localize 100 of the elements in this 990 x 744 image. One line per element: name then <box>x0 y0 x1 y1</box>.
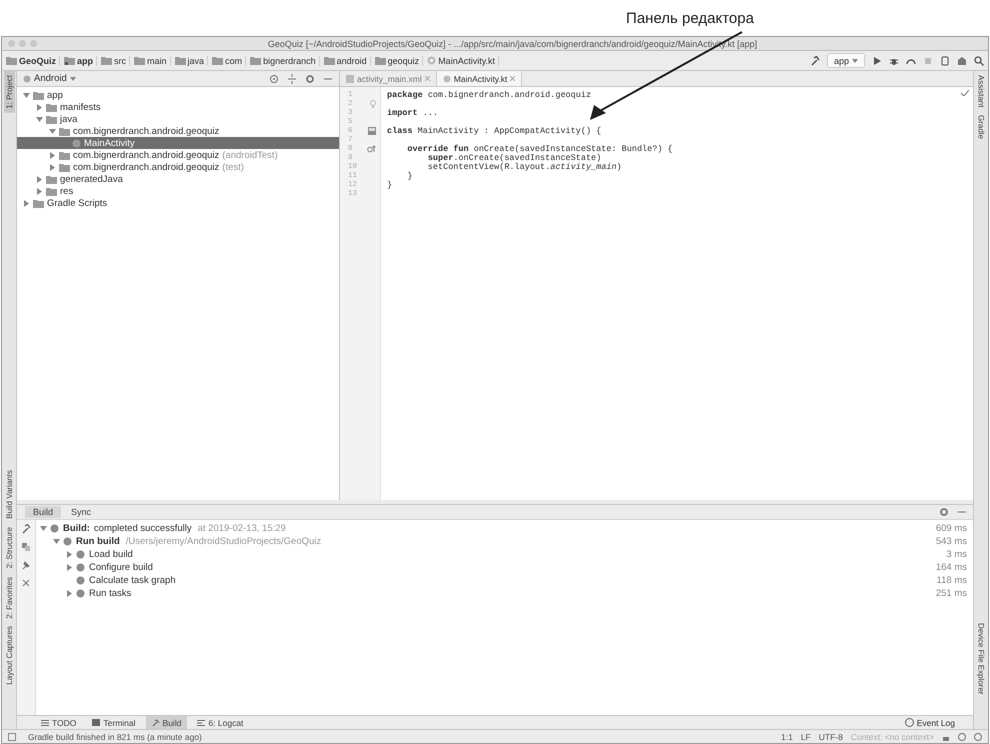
status-message: Gradle build finished in 821 ms (a minute ago) <box>28 732 202 742</box>
device-icon[interactable] <box>940 56 950 66</box>
collapsed-arrow-icon[interactable] <box>66 590 73 597</box>
collapse-icon[interactable] <box>287 74 297 84</box>
project-view-dropdown[interactable]: Android <box>23 73 76 84</box>
tool-window-tab[interactable]: Assistant <box>976 71 986 112</box>
expanded-arrow-icon[interactable] <box>53 538 60 545</box>
collapsed-arrow-icon[interactable] <box>36 188 43 194</box>
breadcrumb[interactable]: app <box>64 56 98 66</box>
hammer-icon[interactable] <box>21 524 31 534</box>
status-dot-icon <box>63 537 72 546</box>
tool-window-tab[interactable]: 1: Project <box>4 71 14 113</box>
folder-icon <box>374 56 386 65</box>
settings-icon[interactable] <box>939 507 949 517</box>
terminal-icon <box>92 719 100 726</box>
breadcrumb[interactable]: com <box>212 56 246 66</box>
tree-item[interactable]: java <box>17 113 339 125</box>
status-dot-icon <box>76 576 85 585</box>
tool-window-tab[interactable]: 2: Structure <box>4 523 14 572</box>
caret-icon <box>70 76 76 80</box>
tree-item[interactable]: res <box>17 185 339 197</box>
play-icon[interactable] <box>872 56 882 66</box>
panel-tab[interactable]: Build <box>25 506 62 518</box>
collapsed-arrow-icon[interactable] <box>66 564 73 571</box>
collapsed-arrow-icon[interactable] <box>23 200 30 206</box>
code-line: package com.bignerdranch.android.geoquiz <box>387 90 592 100</box>
expanded-arrow-icon[interactable] <box>40 525 47 532</box>
folder-icon <box>101 56 112 65</box>
close-icon[interactable] <box>510 76 516 81</box>
tree-item[interactable]: MainActivity <box>17 137 339 149</box>
breadcrumb[interactable]: MainActivity.kt <box>427 56 500 66</box>
list-icon <box>41 720 49 726</box>
settings-icon[interactable] <box>305 74 315 84</box>
breadcrumb[interactable]: src <box>101 56 130 66</box>
build-tree-item[interactable]: Build: completed successfully at 2019-02-13, 15:29 609 ms <box>36 522 973 535</box>
close-icon[interactable] <box>424 76 430 81</box>
caret-position[interactable]: 1:1 <box>780 732 793 742</box>
breadcrumb[interactable]: bignerdranch <box>250 56 320 66</box>
breadcrumb[interactable]: java <box>174 56 208 66</box>
expanded-arrow-icon[interactable] <box>49 128 56 134</box>
search-icon[interactable] <box>974 56 984 66</box>
tool-window-tab[interactable]: TODO <box>35 716 82 729</box>
tool-window-tab[interactable]: Layout Captures <box>4 622 14 689</box>
folder-icon <box>46 102 57 112</box>
editor-tab[interactable]: MainActivity.kt <box>436 71 522 86</box>
build-tree-item[interactable]: Configure build 164 ms <box>36 561 973 574</box>
tool-window-tab[interactable]: Terminal <box>86 716 142 729</box>
folder-icon <box>174 56 186 65</box>
collapsed-arrow-icon[interactable] <box>49 152 56 158</box>
breadcrumb[interactable]: main <box>134 56 171 66</box>
hammer-icon <box>152 718 160 726</box>
hammer-icon[interactable] <box>810 56 820 66</box>
tool-window-tab[interactable]: Gradle <box>976 111 986 144</box>
code-line: import ... <box>387 108 438 118</box>
tree-item[interactable]: com.bignerdranch.android.geoquiz (test) <box>17 161 339 173</box>
android-icon <box>23 74 31 82</box>
override-marker-icon[interactable] <box>367 144 376 152</box>
editor-tab[interactable]: activity_main.xml <box>340 71 437 86</box>
expanded-arrow-icon[interactable] <box>23 92 30 98</box>
context-label: Context: <no context> <box>850 732 934 742</box>
status-dot-icon <box>76 550 85 559</box>
code-line: class MainActivity : AppCompatActivity() { <box>387 126 602 136</box>
folder-icon <box>33 198 44 208</box>
close-icon[interactable] <box>21 578 31 588</box>
collapsed-arrow-icon[interactable] <box>36 104 43 110</box>
build-tree-item[interactable]: Run tasks 251 ms <box>36 587 973 600</box>
code-line: } <box>406 170 413 180</box>
copy-icon[interactable] <box>21 542 31 552</box>
tool-window-tab[interactable]: 6: Logcat <box>191 716 250 729</box>
tool-window-tab[interactable]: Build Variants <box>4 466 14 524</box>
build-tree-item[interactable]: Calculate task graph 118 ms <box>36 574 973 587</box>
breadcrumb[interactable]: GeoQuiz <box>6 56 60 66</box>
tool-window-tab[interactable]: 2: Favorites <box>4 572 14 622</box>
tree-item[interactable]: app <box>17 89 339 101</box>
file-encoding[interactable]: UTF-8 <box>818 732 843 742</box>
tree-item[interactable]: com.bignerdranch.android.geoquiz (androidTest) <box>17 149 339 161</box>
build-tree-item[interactable]: Run build /Users/jeremy/AndroidStudioProjects/GeoQuiz 543 ms <box>36 535 973 548</box>
panel-toggle-icon[interactable] <box>8 732 16 740</box>
panel-tab[interactable]: Sync <box>63 506 100 518</box>
breadcrumb[interactable]: geoquiz <box>374 56 424 66</box>
tree-item[interactable]: com.bignerdranch.android.geoquiz <box>17 125 339 137</box>
expanded-arrow-icon[interactable] <box>36 116 43 122</box>
event-log-button[interactable]: Event Log <box>904 718 955 728</box>
layout-file-icon[interactable] <box>368 126 376 134</box>
tree-item[interactable]: manifests <box>17 101 339 113</box>
collapsed-arrow-icon[interactable] <box>49 164 56 170</box>
build-tree-item[interactable]: Load build 3 ms <box>36 548 973 561</box>
tool-window-tab[interactable]: Build <box>146 716 188 729</box>
folder-icon <box>212 56 224 65</box>
collapsed-arrow-icon[interactable] <box>66 551 73 558</box>
run-configuration-dropdown[interactable]: app <box>826 53 865 68</box>
tree-item[interactable]: Gradle Scripts <box>17 197 339 209</box>
collapsed-arrow-icon[interactable] <box>36 176 43 182</box>
line-separator[interactable]: LF <box>800 732 811 742</box>
tree-item[interactable]: generatedJava <box>17 173 339 185</box>
code-line: override fun onCreate(savedInstanceState: Bundle?) { <box>406 144 673 154</box>
tool-window-tab[interactable]: Device File Explorer <box>976 619 986 699</box>
target-icon[interactable] <box>269 74 279 84</box>
breadcrumb[interactable]: android <box>324 56 371 66</box>
pin-icon[interactable] <box>21 560 31 570</box>
